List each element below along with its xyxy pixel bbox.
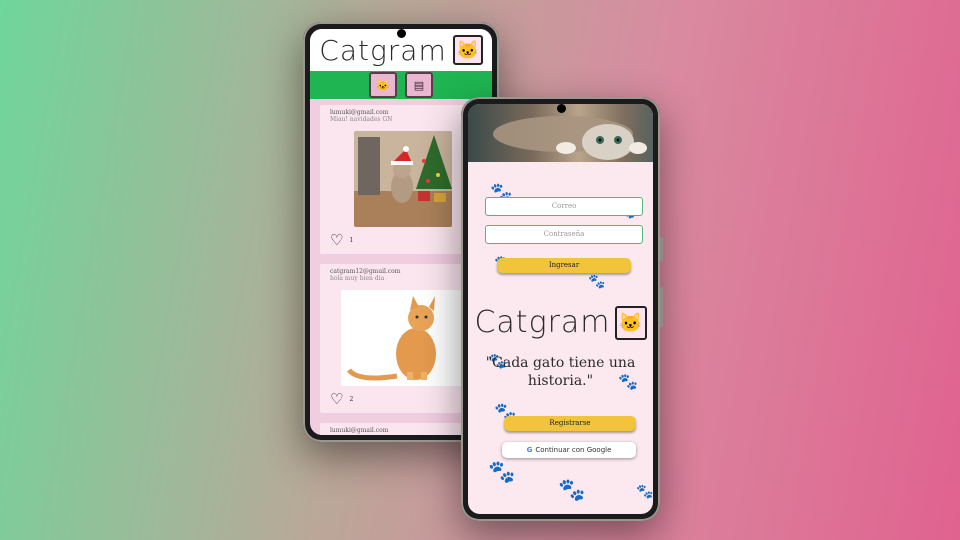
nav-bar: 🐱 ▤ — [310, 71, 492, 99]
login-screen: 🐾 🐾 🐾 🐾 🐾 🐾 🐾 🐾 🐾 🐾 Correo Contraseña In… — [468, 104, 653, 514]
phone-login-mockup: 🐾 🐾 🐾 🐾 🐾 🐾 🐾 🐾 🐾 🐾 Correo Contraseña In… — [461, 97, 663, 521]
google-signin-button[interactable]: G Continuar con Google — [502, 442, 636, 458]
post-caption: hola muy bien dia — [330, 275, 385, 282]
post-caption: Miau! navidades GN — [330, 116, 393, 123]
post-actions: ♡ 2 — [330, 392, 476, 407]
heart-icon[interactable]: ♡ — [330, 233, 343, 248]
password-field[interactable]: Contraseña — [485, 225, 643, 244]
front-camera — [556, 104, 566, 113]
google-signin-label: Continuar con Google — [535, 446, 612, 454]
email-field[interactable]: Correo — [485, 197, 643, 216]
post-card: lumuki@gmail.com — [320, 423, 482, 435]
like-count: 2 — [349, 396, 354, 403]
app-logo: Catgram 🐱 — [468, 305, 653, 340]
post-author: lumuki@gmail.com — [330, 427, 389, 434]
side-button — [660, 237, 663, 261]
paw-print-icon: 🐾 — [488, 460, 516, 485]
tagline: "Cada gato tiene una historia." — [485, 355, 636, 389]
paw-print-icon: 🐾 — [636, 484, 653, 500]
post-author: catgram12@gmail.com — [330, 268, 401, 275]
cat-home-icon[interactable]: 🐱 — [369, 72, 397, 98]
login-button[interactable]: Ingresar — [497, 258, 631, 273]
like-count: 1 — [349, 237, 354, 244]
post-card: catgram12@gmail.com hola muy bien dia ♡ … — [320, 264, 482, 413]
paw-print-icon: 🐾 — [588, 274, 606, 290]
google-icon: G — [526, 446, 533, 454]
cat-christmas-photo — [354, 131, 452, 227]
app-logo-text: Catgram — [474, 305, 611, 340]
heart-icon[interactable]: ♡ — [330, 392, 343, 407]
front-camera — [397, 29, 406, 38]
upload-frame-icon[interactable]: ▤ — [405, 72, 433, 98]
orange-cat-photo — [341, 290, 465, 386]
post-card: lumuki@gmail.com Miau! navidades GN ♡ 1 — [320, 105, 482, 254]
post-actions: ♡ 1 — [330, 233, 476, 248]
cat-logo-icon: 🐱 — [452, 35, 483, 65]
post-author: lumuki@gmail.com — [330, 109, 389, 116]
paw-print-icon: 🐾 — [558, 478, 586, 503]
app-logo-text: Catgram — [319, 33, 447, 67]
register-button[interactable]: Registrarse — [504, 416, 636, 431]
side-button — [660, 287, 663, 327]
cat-logo-icon: 🐱 — [614, 305, 647, 340]
